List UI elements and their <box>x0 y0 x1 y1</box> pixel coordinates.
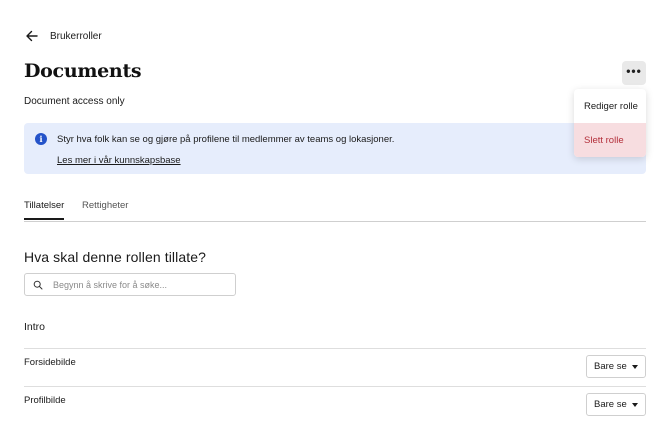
search-field[interactable] <box>24 273 236 296</box>
search-icon <box>33 280 43 289</box>
breadcrumb: Brukerroller <box>24 28 102 44</box>
section-heading: Hva skal denne rollen tillate? <box>24 249 206 265</box>
permission-select[interactable]: Bare se <box>586 355 646 378</box>
menu-item-delete-role[interactable]: Slett rolle <box>574 123 646 157</box>
permission-select[interactable]: Bare se <box>586 393 646 416</box>
group-title: Intro <box>24 321 46 333</box>
arrow-left-icon[interactable] <box>24 28 40 44</box>
page-subtitle: Document access only <box>24 96 125 107</box>
page-title: Documents <box>24 60 142 82</box>
divider <box>24 386 646 387</box>
info-icon: i <box>35 133 47 145</box>
more-options-button[interactable]: ••• <box>622 61 646 85</box>
tab-permissions[interactable]: Tillatelser <box>24 200 65 220</box>
tab-bar: Tillatelser Rettigheter <box>24 200 646 222</box>
info-banner-text: Styr hva folk kan se og gjøre på profile… <box>57 134 395 145</box>
caret-down-icon <box>632 402 638 407</box>
divider <box>24 348 646 349</box>
breadcrumb-link[interactable]: Brukerroller <box>50 31 102 42</box>
menu-item-edit-role[interactable]: Rediger rolle <box>574 89 646 123</box>
permission-label: Profilbilde <box>24 395 66 406</box>
caret-down-icon <box>632 364 638 369</box>
permission-select-value: Bare se <box>594 399 627 410</box>
knowledge-base-link[interactable]: Les mer i vår kunnskapsbase <box>57 155 181 166</box>
more-horizontal-icon: ••• <box>626 64 642 78</box>
info-banner <box>24 123 646 174</box>
search-input[interactable] <box>53 279 223 290</box>
permission-label: Forsidebilde <box>24 357 76 368</box>
permission-select-value: Bare se <box>594 361 627 372</box>
tab-rights[interactable]: Rettigheter <box>82 200 128 220</box>
role-actions-menu: Rediger rolle Slett rolle <box>574 89 646 157</box>
